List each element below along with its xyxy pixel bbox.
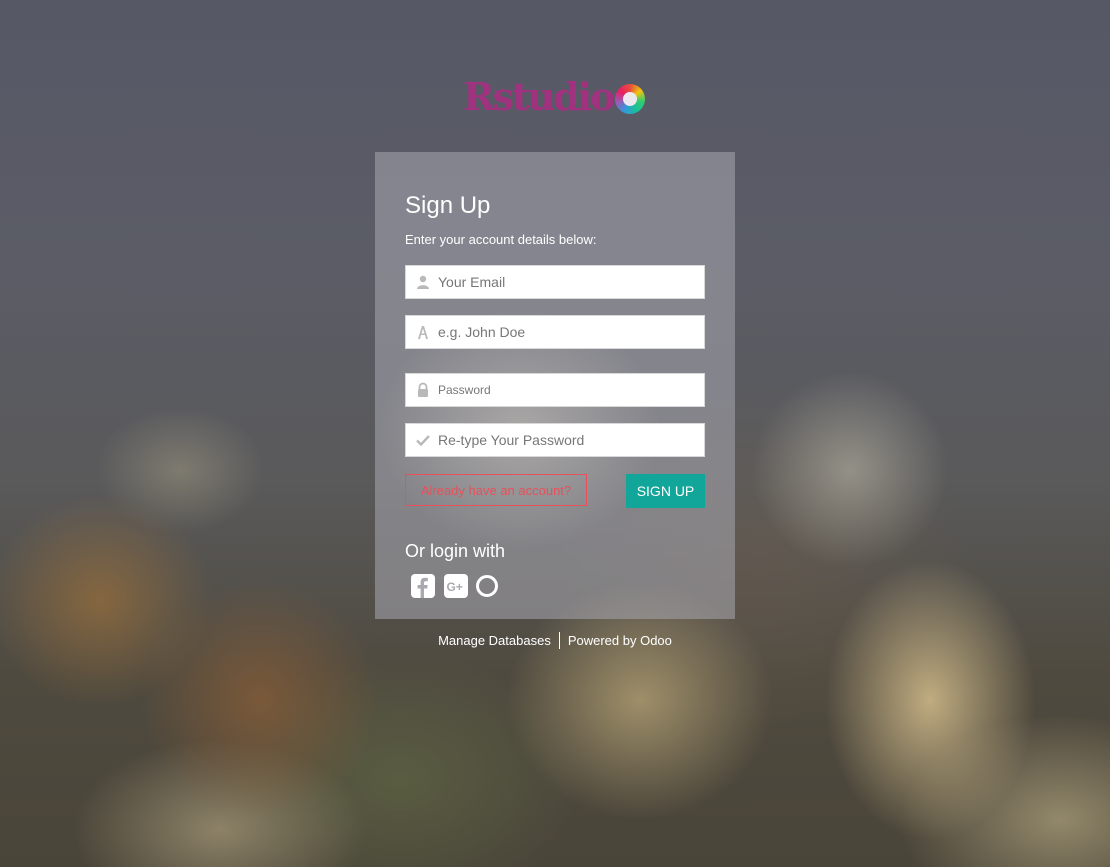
social-login-heading: Or login with <box>405 541 506 561</box>
confirm-password-field[interactable] <box>405 423 705 457</box>
odoo-icon[interactable] <box>474 573 500 599</box>
manage-databases-link[interactable]: Manage Databases <box>438 633 551 648</box>
powered-by-link[interactable]: Powered by Odoo <box>568 633 672 648</box>
confirm-password-input[interactable] <box>438 424 698 456</box>
lock-icon <box>415 382 431 398</box>
email-field[interactable] <box>405 265 705 299</box>
form-subtitle: Enter your account details below: <box>405 232 597 247</box>
name-input[interactable] <box>438 316 698 348</box>
form-title: Sign Up <box>405 192 491 219</box>
user-icon <box>415 274 431 290</box>
password-field[interactable] <box>405 373 705 407</box>
signup-button[interactable]: SIGN UP <box>626 474 705 508</box>
signup-card: Sign Up Enter your account details below… <box>375 152 735 619</box>
check-icon <box>415 432 431 448</box>
already-have-account-link[interactable]: Already have an account? <box>405 474 587 506</box>
password-input[interactable] <box>438 374 698 406</box>
font-icon <box>415 324 431 340</box>
brand-logo: Rstudio <box>463 74 647 120</box>
logo-ring-icon <box>615 84 645 114</box>
footer-divider <box>558 632 560 650</box>
google-plus-icon[interactable]: G+ <box>443 573 469 599</box>
svg-text:G+: G+ <box>447 580 463 594</box>
logo-text: Rstudio <box>463 74 616 119</box>
email-input[interactable] <box>438 266 698 298</box>
footer: Manage Databases Powered by Odoo <box>0 632 1110 650</box>
name-field[interactable] <box>405 315 705 349</box>
facebook-icon[interactable] <box>410 573 436 599</box>
